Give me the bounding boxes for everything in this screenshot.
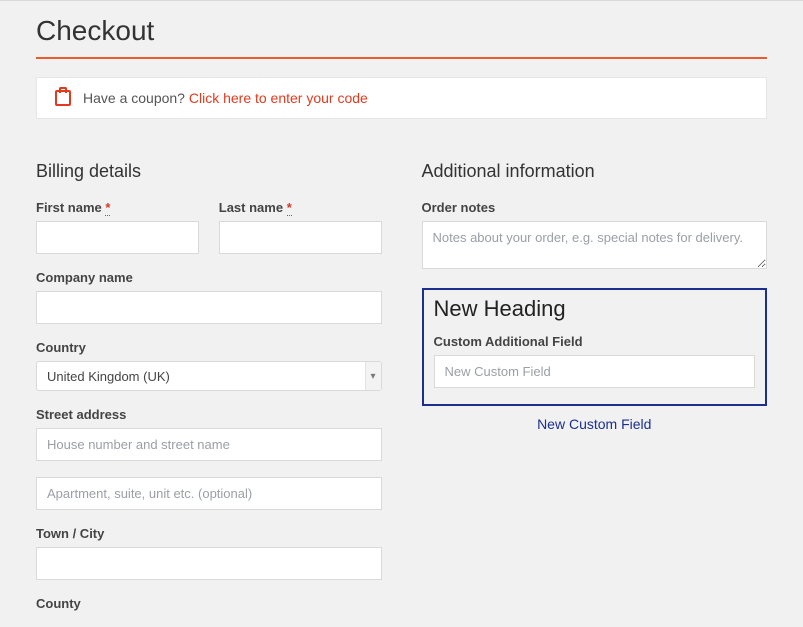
billing-column: Billing details First name * Last name * — [36, 161, 382, 617]
custom-heading: New Heading — [434, 296, 756, 322]
last-name-label: Last name * — [219, 200, 382, 215]
page-title: Checkout — [36, 15, 767, 57]
coupon-notice: Have a coupon? Click here to enter your … — [36, 77, 767, 119]
coupon-icon — [55, 90, 71, 106]
town-input[interactable] — [36, 547, 382, 580]
last-name-label-text: Last name — [219, 200, 283, 215]
coupon-prompt-text: Have a coupon? — [83, 90, 189, 106]
town-label: Town / City — [36, 526, 382, 541]
chevron-down-icon: ▾ — [365, 362, 381, 390]
last-name-input[interactable] — [219, 221, 382, 254]
company-label: Company name — [36, 270, 382, 285]
new-custom-field-caption: New Custom Field — [422, 416, 768, 432]
country-selected: United Kingdom (UK) — [47, 369, 170, 384]
first-name-input[interactable] — [36, 221, 199, 254]
country-label: Country — [36, 340, 382, 355]
coupon-prompt: Have a coupon? Click here to enter your … — [83, 90, 368, 106]
custom-field-highlight: New Heading Custom Additional Field — [422, 288, 768, 406]
street-line2-input[interactable] — [36, 477, 382, 510]
street-label: Street address — [36, 407, 382, 422]
additional-column: Additional information Order notes New H… — [422, 161, 768, 617]
custom-field-label: Custom Additional Field — [434, 334, 756, 349]
first-name-label: First name * — [36, 200, 199, 215]
required-indicator: * — [105, 200, 110, 216]
additional-heading: Additional information — [422, 161, 768, 182]
country-select[interactable]: United Kingdom (UK) ▾ — [36, 361, 382, 391]
required-indicator: * — [287, 200, 292, 216]
company-input[interactable] — [36, 291, 382, 324]
order-notes-textarea[interactable] — [422, 221, 768, 269]
coupon-link[interactable]: Click here to enter your code — [189, 90, 368, 106]
county-label: County — [36, 596, 382, 611]
street-line1-input[interactable] — [36, 428, 382, 461]
billing-heading: Billing details — [36, 161, 382, 182]
custom-field-input[interactable] — [434, 355, 756, 388]
order-notes-label: Order notes — [422, 200, 768, 215]
first-name-label-text: First name — [36, 200, 102, 215]
title-rule — [36, 57, 767, 59]
